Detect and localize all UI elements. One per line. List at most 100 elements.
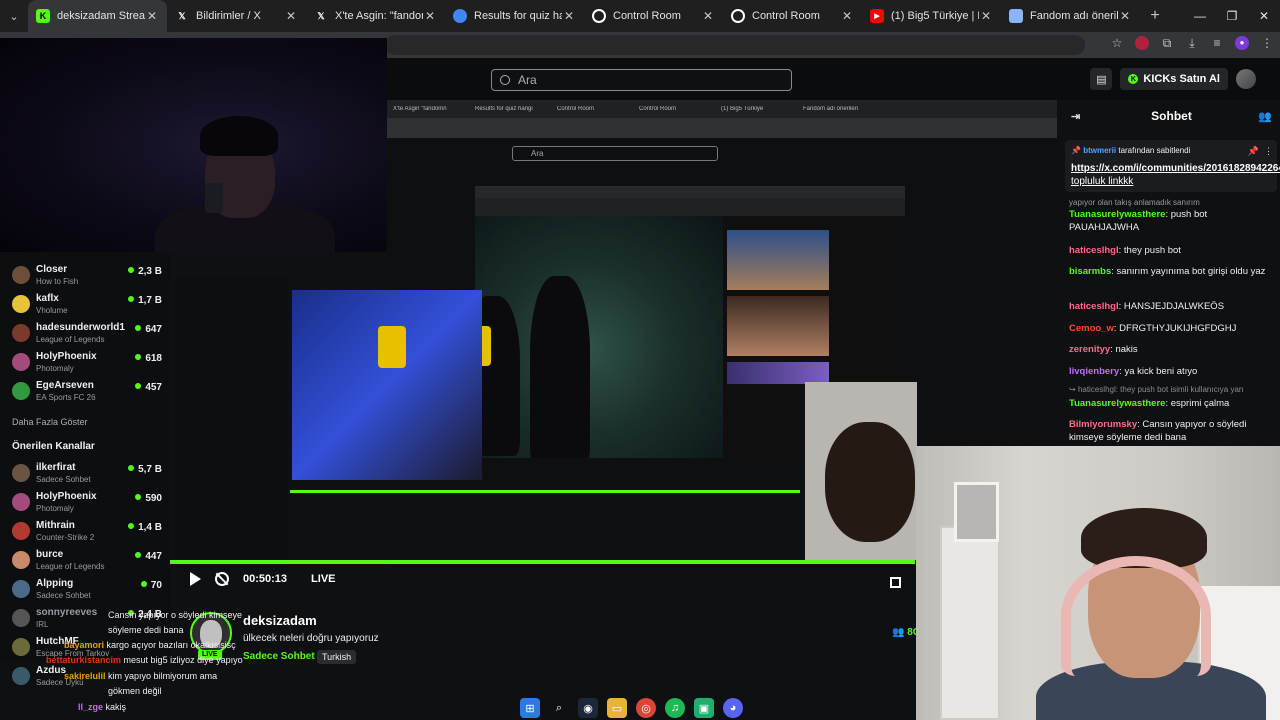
close-tab-icon[interactable]: ✕ xyxy=(562,9,576,23)
download-icon[interactable]: ⤓ xyxy=(1185,36,1199,52)
chat-username[interactable]: Bilmiyorumsky xyxy=(1069,419,1137,430)
tab-title: Bildirimler / X xyxy=(196,10,261,22)
channel-name: HolyPhoenix xyxy=(36,351,97,362)
tab-control-room-1[interactable]: Control Room ✕ xyxy=(584,0,723,32)
tab-youtube[interactable]: ▶ (1) Big5 Türkiye | Erkek H ✕ xyxy=(862,0,1001,32)
chat-username[interactable]: Tuanasurelywasthere xyxy=(1069,209,1165,220)
pinned-by-user[interactable]: btwmerii xyxy=(1083,146,1116,155)
show-more-link[interactable]: Daha Fazla Göster xyxy=(12,417,88,427)
channel-category: League of Legends xyxy=(36,335,105,344)
fullscreen-icon[interactable] xyxy=(890,577,901,588)
toolbar-icons: ☆ ⧉ ⤓ ≡ ● ⋮ xyxy=(1110,36,1274,52)
address-bar[interactable] xyxy=(385,35,1085,55)
stream-progress-bar xyxy=(170,560,915,564)
sidebar-channel-mithrain[interactable]: Mithrain Counter-Strike 2 1,4 B xyxy=(12,518,162,546)
close-window-icon[interactable]: ✕ xyxy=(1248,9,1280,23)
chat-username[interactable]: Tuanasurelywasthere xyxy=(1069,398,1165,409)
bookmark-star-icon[interactable]: ☆ xyxy=(1110,36,1124,52)
sidebar-channel-kaflx[interactable]: kaflx Vholume 1,7 B xyxy=(12,291,162,319)
extension-icon[interactable] xyxy=(1135,36,1149,50)
pinned-link[interactable]: https://x.com/i/communities/201618289422… xyxy=(1071,162,1280,188)
chat-username[interactable]: haticeslhgl xyxy=(1069,245,1119,256)
language-tag[interactable]: Turkish xyxy=(317,650,357,664)
search-input[interactable]: Ara xyxy=(491,69,792,91)
chat-username[interactable]: haticeslhgl xyxy=(1069,301,1119,312)
channel-category: Vholume xyxy=(36,306,68,315)
sidebar-channel-egearseven[interactable]: EgeArseven EA Sports FC 26 457 xyxy=(12,378,162,406)
chat-users-icon[interactable]: 👥 xyxy=(1258,110,1272,123)
sidebar-channel-ilkerfirat[interactable]: ilkerfirat Sadece Sohbet 5,7 B xyxy=(12,460,162,488)
captured-tab: X'te Asgin "fandomn xyxy=(393,106,447,112)
sidebar-channel-hadesunderworld1[interactable]: hadesunderworld1 League of Legends 647 xyxy=(12,320,162,348)
minimize-icon[interactable]: — xyxy=(1184,9,1216,23)
mute-icon[interactable] xyxy=(215,572,229,586)
chat-username[interactable]: Cemoo_w xyxy=(1069,323,1114,334)
close-tab-icon[interactable]: ✕ xyxy=(284,9,298,23)
tab-fandom-doc[interactable]: Fandom adı önerileri ✕ xyxy=(1001,0,1140,32)
sidebar-channel-holyphoenix-2[interactable]: HolyPhoenix Photomaly 590 xyxy=(12,489,162,517)
kicks-buy-button[interactable]: K KICKs Satın Al xyxy=(1120,68,1228,90)
related-thumbnail xyxy=(727,362,829,384)
pinned-by: 📌 btwmerii tarafından sabitlendi xyxy=(1071,146,1271,155)
music-video-frame xyxy=(475,216,723,458)
tab-title: deksizadam Stream - Wa xyxy=(57,10,145,22)
unpin-icon[interactable]: 📌 xyxy=(1248,146,1259,157)
app-icon[interactable]: ▣ xyxy=(694,698,714,718)
close-tab-icon[interactable]: ✕ xyxy=(979,9,993,23)
chat-username[interactable]: livqienbery xyxy=(1069,366,1119,377)
chat-username[interactable]: zerenityy xyxy=(1069,344,1110,355)
sidebar-channel-closer[interactable]: Closer How to Fish 2,3 B xyxy=(12,262,162,290)
channel-category: Sadece Sohbet xyxy=(36,591,91,600)
captured-progress-bar xyxy=(290,490,800,493)
pinned-url[interactable]: https://x.com/i/communities/201618289422… xyxy=(1071,163,1280,174)
close-tab-icon[interactable]: ✕ xyxy=(145,9,159,23)
chat-text: nakis xyxy=(1115,344,1138,355)
stream-overlay-chat: Cansın yapıyor o söyledi kimseye söyleme… xyxy=(30,608,270,720)
maximize-icon[interactable]: ❐ xyxy=(1216,9,1248,23)
discord-icon[interactable]: ◕ xyxy=(723,698,743,718)
steam-icon[interactable]: ◉ xyxy=(578,698,598,718)
tab-title: Results for quiz hangi yab xyxy=(474,10,562,22)
channel-name: Mithrain xyxy=(36,520,75,531)
close-tab-icon[interactable]: ✕ xyxy=(701,9,715,23)
sidebar-channel-holyphoenix[interactable]: HolyPhoenix Photomaly 618 xyxy=(12,349,162,377)
captured-tab-strip: X'te Asgin "fandomn Results for quiz han… xyxy=(387,100,1057,118)
tab-search-results[interactable]: Results for quiz hangi yab ✕ xyxy=(445,0,584,32)
tab-search-button[interactable]: ⌄ xyxy=(0,0,28,32)
tab-title: X'te Asgin: "fandomname xyxy=(335,10,423,22)
captured-stage-light xyxy=(292,290,482,480)
chat-message: Bilmiyorumsky: Cansın yapıyor o söyledi … xyxy=(1069,419,1247,443)
chrome-icon[interactable]: ◎ xyxy=(636,698,656,718)
tab-control-room-2[interactable]: Control Room ✕ xyxy=(723,0,862,32)
new-tab-button[interactable]: + xyxy=(1140,7,1170,25)
video-tab-strip xyxy=(475,186,905,198)
more-icon[interactable]: ⋮ xyxy=(1264,146,1273,157)
user-avatar[interactable] xyxy=(1236,69,1256,89)
layout-icon[interactable]: ▤ xyxy=(1090,68,1113,90)
tab-x-post[interactable]: 𝕏 X'te Asgin: "fandomname ✕ xyxy=(306,0,445,32)
menu-icon[interactable]: ⋮ xyxy=(1260,36,1274,52)
sidebar-channel-burce[interactable]: burce League of Legends 447 xyxy=(12,547,162,575)
chat-username[interactable]: bisarmbs xyxy=(1069,266,1111,277)
profile-icon[interactable]: ● xyxy=(1235,36,1249,50)
close-tab-icon[interactable]: ✕ xyxy=(1118,9,1132,23)
close-tab-icon[interactable]: ✕ xyxy=(423,9,437,23)
overlay-chat-text: mesut big5 izliyoz diye yapıyo xyxy=(123,655,243,665)
sidebar-channel-alpping[interactable]: Alpping Sadece Sohbet 70 xyxy=(12,576,162,604)
search-icon[interactable]: ⌕ xyxy=(549,698,569,718)
play-icon[interactable] xyxy=(190,572,201,586)
webcam-person-hair xyxy=(200,116,278,156)
spotify-icon[interactable]: ♫ xyxy=(665,698,685,718)
chat-title: Sohbet xyxy=(1151,109,1192,123)
captured-search: Ara xyxy=(512,146,718,161)
close-tab-icon[interactable]: ✕ xyxy=(840,9,854,23)
collapse-chat-icon[interactable]: ⇥ xyxy=(1071,110,1080,123)
media-icon[interactable]: ≡ xyxy=(1210,36,1224,52)
channel-avatar xyxy=(12,638,30,656)
tab-kick-stream[interactable]: K deksizadam Stream - Wa ✕ xyxy=(28,0,167,32)
windows-start-icon[interactable]: ⊞ xyxy=(520,698,540,718)
tab-x-notifications[interactable]: 𝕏 Bildirimler / X ✕ xyxy=(167,0,306,32)
file-explorer-icon[interactable]: ▭ xyxy=(607,698,627,718)
extensions-puzzle-icon[interactable]: ⧉ xyxy=(1160,36,1174,52)
youtube-icon: ▶ xyxy=(870,9,884,23)
